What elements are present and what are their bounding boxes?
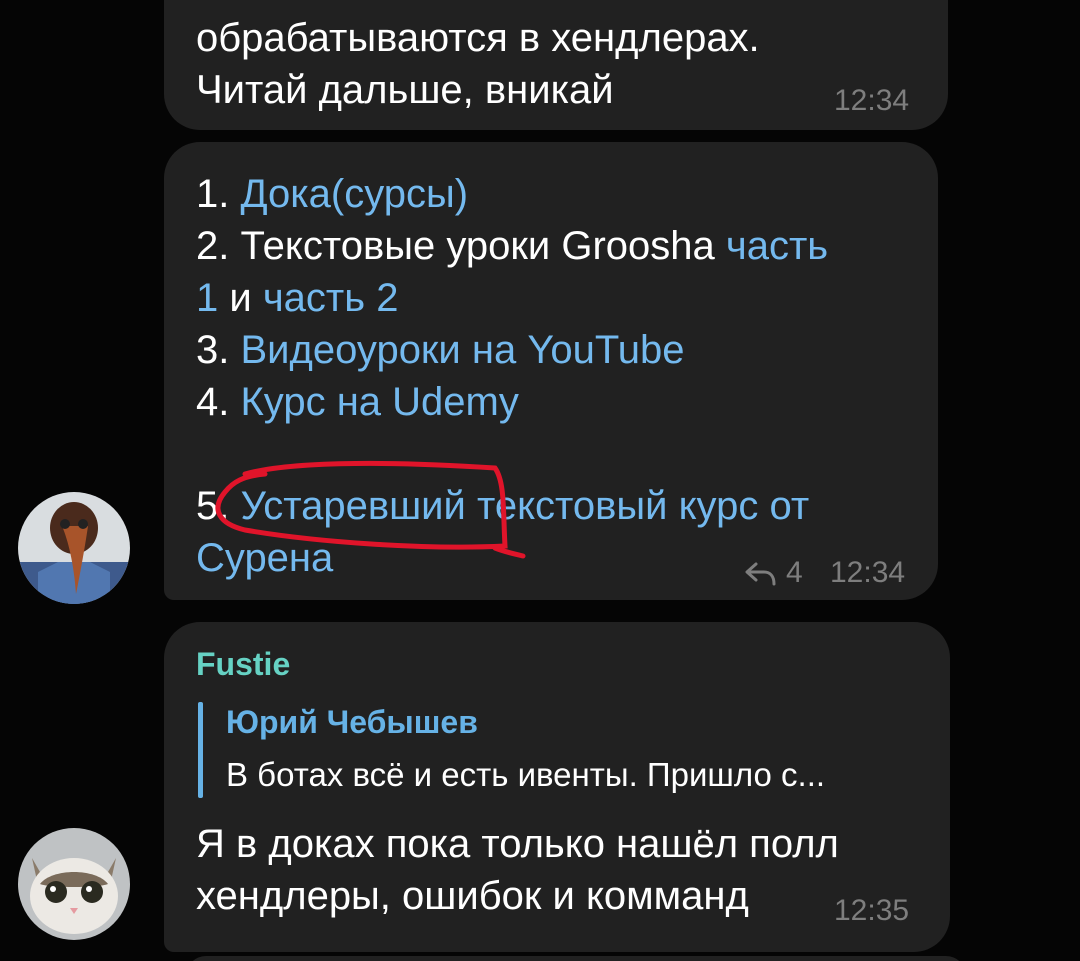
item-text: Текстовые уроки Groosha [240,224,726,268]
reply-quote-author[interactable]: Юрий Чебышев [226,704,478,741]
sender-name[interactable]: Fustie [196,646,290,683]
list-item: 1. Дока(сурсы) [196,168,468,220]
item-text: и [218,276,263,320]
message-text-line: хендлеры, ошибок и комманд [196,874,749,918]
link-docs-sources[interactable]: Дока(сурсы) [240,172,468,216]
list-item: 4. Курс на Udemy [196,376,519,428]
item-number: 2. [196,224,241,268]
chat-screen: обрабатываются в хендлерах. Читай дальше… [0,0,1080,961]
cat-avatar-icon [18,828,130,940]
user-avatar[interactable] [18,828,130,940]
message-bubble-next[interactable] [186,956,966,961]
message-text-line: Я в доках пока только нашёл полл [196,822,839,866]
message-timestamp: 12:35 [834,894,910,927]
item-number: 3. [196,328,241,372]
red-circle-annotation [215,460,526,559]
link-groosha-part-1[interactable]: часть [726,224,828,268]
link-youtube-lessons[interactable]: Видеоуроки на YouTube [240,328,684,372]
item-number: 4. [196,380,241,424]
link-groosha-part-1-cont[interactable]: 1 [196,276,218,320]
link-udemy-course[interactable]: Курс на Udemy [240,380,518,424]
reply-quote-bar [198,702,203,798]
list-item: 3. Видеоуроки на YouTube [196,324,685,376]
item-number: 1. [196,172,241,216]
plague-doctor-avatar-icon [18,492,130,604]
reply-arrow-icon [745,562,776,586]
reply-quote-text[interactable]: В ботах всё и есть ивенты. Пришло с... [226,756,825,794]
list-item-continued: 1 и часть 2 [196,272,398,324]
reply-count[interactable]: 4 [786,556,803,590]
message-timestamp: 12:34 [834,84,910,117]
list-item: 2. Текстовые уроки Groosha часть [196,220,828,272]
user-avatar[interactable] [18,492,130,604]
message-timestamp: 12:34 [830,556,906,589]
link-groosha-part-2[interactable]: часть 2 [263,276,399,320]
message-text-line: Читай дальше, вникай [196,68,614,112]
message-text-line: обрабатываются в хендлерах. [196,16,760,60]
